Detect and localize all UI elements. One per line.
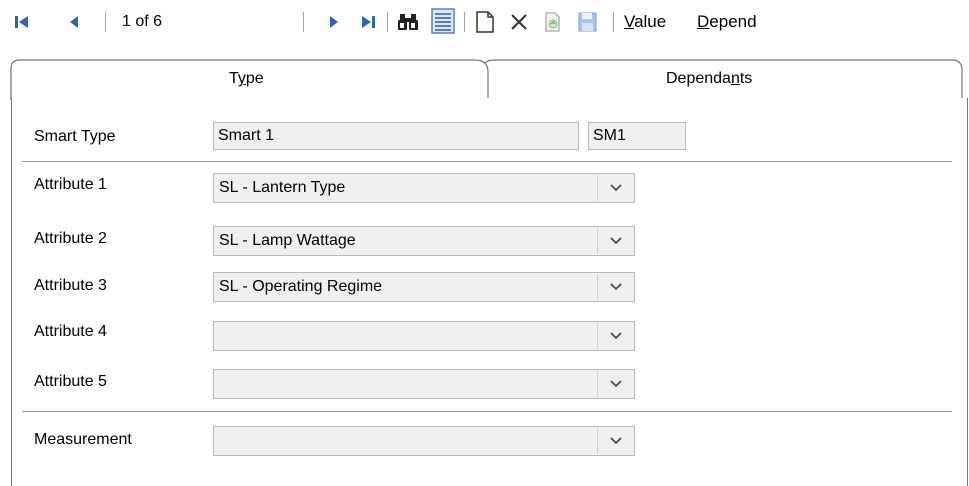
depend-label-rest: epend [709,12,757,31]
depend-accelerator: D [697,12,710,31]
tab-dependants-accelerator: n [730,70,740,87]
tab-dependants-label-rest: ts [739,70,753,87]
list-view-icon[interactable] [430,8,456,34]
attribute-4-label: Attribute 4 [34,323,107,340]
record-counter: 1 of 6 [122,13,163,30]
attribute-2-label: Attribute 2 [34,230,107,247]
smart-type-code-field[interactable]: SM1 [588,122,686,150]
toolbar-separator [613,12,614,32]
record-toolbar: 1 of 6 Value Depend [0,0,969,44]
tab-type-label: T [229,70,238,87]
toolbar-separator [387,12,388,32]
tab-type-label-rest: pe [245,70,264,87]
new-document-icon[interactable] [474,10,496,34]
attribute-4-select[interactable] [213,321,635,351]
smart-type-name-field[interactable]: Smart 1 [213,122,579,150]
chevron-down-icon[interactable] [597,228,633,254]
toolbar-separator [303,12,304,32]
value-button[interactable]: Value [624,12,666,32]
attribute-5-select[interactable] [213,369,635,399]
depend-button[interactable]: Depend [697,12,757,32]
measurement-select[interactable] [213,426,635,456]
last-record-icon[interactable] [358,10,378,34]
smart-type-label: Smart Type [34,128,116,145]
attribute-3-select[interactable]: SL - Operating Regime [213,272,635,302]
tab-strip: Type Dependants [0,58,969,100]
tab-dependants[interactable]: Dependants [666,70,752,88]
attribute-3-value: SL - Operating Regime [219,278,383,295]
next-record-icon[interactable] [326,10,342,34]
attribute-2-select[interactable]: SL - Lamp Wattage [213,226,635,256]
attribute-2-value: SL - Lamp Wattage [219,232,356,249]
toolbar-separator [464,12,465,32]
binoculars-icon[interactable] [396,10,422,34]
tab-type-accelerator: y [237,70,246,87]
attribute-1-value: SL - Lantern Type [219,179,346,196]
tab-type[interactable]: Type [229,70,264,88]
previous-record-icon[interactable] [66,10,82,34]
chevron-down-icon[interactable] [597,175,633,201]
chevron-down-icon[interactable] [597,323,633,349]
section-divider [22,411,952,412]
chevron-down-icon[interactable] [597,371,633,397]
save-disk-icon[interactable] [576,10,598,34]
first-record-icon[interactable] [12,10,32,34]
measurement-label: Measurement [34,431,132,448]
chevron-down-icon[interactable] [597,428,633,454]
attribute-1-select[interactable]: SL - Lantern Type [213,173,635,203]
section-divider [22,161,952,162]
value-label-rest: alue [634,12,667,31]
chevron-down-icon[interactable] [597,274,633,300]
toolbar-separator [105,12,106,32]
delete-x-icon[interactable] [508,10,530,34]
value-accelerator: V [624,12,635,31]
attribute-3-label: Attribute 3 [34,277,107,294]
attribute-1-label: Attribute 1 [34,176,107,193]
copy-record-icon[interactable] [542,10,564,34]
tab-dependants-label: Dependa [666,70,731,87]
attribute-5-label: Attribute 5 [34,373,107,390]
